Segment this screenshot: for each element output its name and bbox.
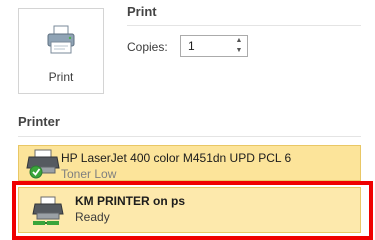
printer-option-km[interactable]: KM PRINTER on ps Ready bbox=[18, 187, 361, 233]
decrement-arrow-icon[interactable]: ▼ bbox=[231, 46, 247, 56]
print-section-divider bbox=[127, 25, 361, 26]
printer-status: Ready bbox=[75, 210, 110, 224]
printer-network-icon bbox=[32, 196, 64, 225]
copies-value[interactable]: 1 bbox=[188, 39, 195, 53]
printer-name: HP LaserJet 400 color M451dn UPD PCL 6 bbox=[61, 151, 292, 165]
printer-status: Toner Low bbox=[61, 167, 117, 181]
printer-name: KM PRINTER on ps bbox=[75, 194, 185, 208]
printer-section-divider bbox=[18, 136, 361, 137]
increment-arrow-icon[interactable]: ▲ bbox=[231, 36, 247, 46]
printer-icon bbox=[47, 25, 75, 54]
copies-label: Copies: bbox=[127, 40, 168, 54]
copies-spinner[interactable]: ▲ ▼ bbox=[231, 36, 247, 56]
printer-default-check-icon bbox=[26, 149, 60, 179]
printer-dropdown[interactable]: HP LaserJet 400 color M451dn UPD PCL 6 T… bbox=[18, 145, 361, 181]
print-button[interactable]: Print bbox=[18, 8, 104, 94]
print-button-label: Print bbox=[48, 70, 74, 84]
print-section-title: Print bbox=[127, 4, 157, 19]
printer-section-title: Printer bbox=[18, 114, 60, 129]
copies-stepper[interactable]: 1 ▲ ▼ bbox=[180, 35, 248, 57]
